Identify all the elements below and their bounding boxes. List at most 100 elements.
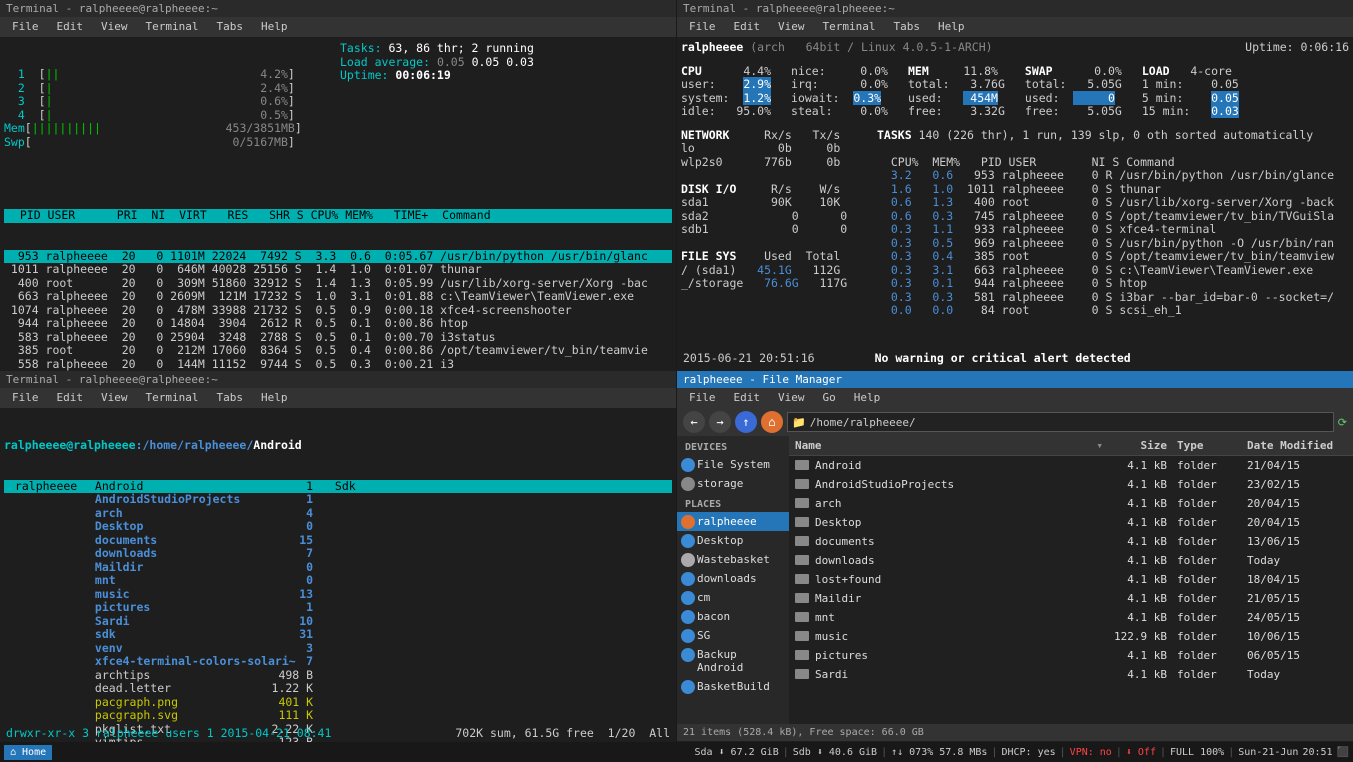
forward-button[interactable]: →	[709, 411, 731, 433]
menu-view[interactable]: View	[770, 19, 813, 35]
menu-edit[interactable]: Edit	[726, 390, 769, 406]
ranger-item[interactable]: documents15	[84, 534, 324, 548]
sidebar-place[interactable]: downloads	[677, 569, 789, 588]
file-row[interactable]: pictures4.1 kBfolder06/05/15	[789, 646, 1353, 665]
ranger-item[interactable]: Desktop0	[84, 520, 324, 534]
process-row[interactable]: 953 ralpheeee 20 0 1101M 22024 7492 S 3.…	[4, 250, 672, 264]
menu-terminal[interactable]: Terminal	[138, 390, 207, 406]
ranger-item[interactable]: dead.letter1.22 K	[84, 682, 324, 696]
menu-terminal[interactable]: Terminal	[138, 19, 207, 35]
ranger-child[interactable]: Sdk	[324, 480, 672, 494]
sidebar-place[interactable]: SG	[677, 626, 789, 645]
menu-tabs[interactable]: Tabs	[208, 19, 251, 35]
menu-edit[interactable]: Edit	[49, 19, 92, 35]
sidebar-place[interactable]: ralpheeee	[677, 512, 789, 531]
process-row[interactable]: 944 ralpheeee 20 0 14804 3904 2612 R 0.5…	[4, 317, 672, 331]
menu-view[interactable]: View	[93, 390, 136, 406]
menu-help[interactable]: Help	[846, 390, 889, 406]
titlebar-htop[interactable]: Terminal - ralpheeee@ralpheeee:~	[0, 0, 676, 17]
ranger-item[interactable]: pictures1	[84, 601, 324, 615]
file-row[interactable]: downloads4.1 kBfolderToday	[789, 551, 1353, 570]
sidebar-place[interactable]: Backup Android	[677, 645, 789, 677]
taskbar-home[interactable]: ⌂ Home	[4, 745, 52, 760]
sidebar-place[interactable]: Wastebasket	[677, 550, 789, 569]
menu-view[interactable]: View	[93, 19, 136, 35]
menu-edit[interactable]: Edit	[49, 390, 92, 406]
back-button[interactable]: ←	[683, 411, 705, 433]
titlebar-glances[interactable]: Terminal - ralpheeee@ralpheeee:~	[677, 0, 1353, 17]
menu-file[interactable]: File	[681, 390, 724, 406]
file-row[interactable]: arch4.1 kBfolder20/04/15	[789, 494, 1353, 513]
ranger-item[interactable]: archtips498 B	[84, 669, 324, 683]
file-row[interactable]: music122.9 kBfolder10/06/15	[789, 627, 1353, 646]
fm-file-list[interactable]: Name ▾ Size Type Date Modified Android4.…	[789, 436, 1353, 724]
sidebar-device[interactable]: File System	[677, 455, 789, 474]
menu-file[interactable]: File	[4, 19, 47, 35]
ranger-item[interactable]: AndroidStudioProjects1	[84, 493, 324, 507]
glances-content[interactable]: ralpheeee (arch 64bit / Linux 4.0.5-1-AR…	[677, 37, 1353, 322]
fm-sidebar: DEVICES File Systemstorage PLACES ralphe…	[677, 436, 789, 724]
menu-go[interactable]: Go	[815, 390, 844, 406]
file-row[interactable]: Android4.1 kBfolder21/04/15	[789, 456, 1353, 475]
file-row[interactable]: Maildir4.1 kBfolder21/05/15	[789, 589, 1353, 608]
sidebar-place[interactable]: Desktop	[677, 531, 789, 550]
tb-date: Sun-21-Jun	[1238, 747, 1298, 758]
ranger-item[interactable]: pacgraph.svg111 K	[84, 709, 324, 723]
ranger-item[interactable]: mnt0	[84, 574, 324, 588]
menu-file[interactable]: File	[681, 19, 724, 35]
tb-net: ↑↓ 073% 57.8 MBs	[891, 747, 987, 758]
sidebar-place[interactable]: bacon	[677, 607, 789, 626]
home-button[interactable]: ⌂	[761, 411, 783, 433]
menu-edit[interactable]: Edit	[726, 19, 769, 35]
menu-tabs[interactable]: Tabs	[208, 390, 251, 406]
pane-glances: Terminal - ralpheeee@ralpheeee:~ File Ed…	[677, 0, 1353, 371]
menu-view[interactable]: View	[770, 390, 813, 406]
ranger-content[interactable]: ralpheeee@ralpheeee:/home/ralpheeee/Andr…	[0, 408, 676, 742]
ranger-item[interactable]: sdk31	[84, 628, 324, 642]
ranger-item[interactable]: music13	[84, 588, 324, 602]
tb-tray-icon[interactable]: ⬛	[1337, 747, 1349, 758]
htop-content[interactable]: 1 [|| 4.2%] 2 [| 2.4%] 3 [| 0.6%] 4 [| 0…	[0, 37, 676, 371]
ranger-item[interactable]: venv3	[84, 642, 324, 656]
menu-help[interactable]: Help	[253, 390, 296, 406]
menu-file[interactable]: File	[4, 390, 47, 406]
file-row[interactable]: documents4.1 kBfolder13/06/15	[789, 532, 1353, 551]
file-row[interactable]: Desktop4.1 kBfolder20/04/15	[789, 513, 1353, 532]
ranger-item[interactable]: Maildir0	[84, 561, 324, 575]
process-row[interactable]: 663 ralpheeee 20 0 2609M 121M 17232 S 1.…	[4, 290, 672, 304]
menubar-htop: File Edit View Terminal Tabs Help	[0, 17, 676, 37]
menu-terminal[interactable]: Terminal	[815, 19, 884, 35]
process-row[interactable]: 558 ralpheeee 20 0 144M 11152 9744 S 0.5…	[4, 358, 672, 372]
menu-help[interactable]: Help	[253, 19, 296, 35]
fm-list-header[interactable]: Name ▾ Size Type Date Modified	[789, 436, 1353, 456]
process-row[interactable]: 583 ralpheeee 20 0 25904 3248 2788 S 0.5…	[4, 331, 672, 345]
process-row[interactable]: 385 root 20 0 212M 17060 8364 S 0.5 0.4 …	[4, 344, 672, 358]
file-row[interactable]: Sardi4.1 kBfolderToday	[789, 665, 1353, 684]
sidebar-device[interactable]: storage	[677, 474, 789, 493]
up-button[interactable]: ↑	[735, 411, 757, 433]
ranger-item[interactable]: pacgraph.png401 K	[84, 696, 324, 710]
menu-tabs[interactable]: Tabs	[885, 19, 928, 35]
refresh-icon[interactable]: ⟳	[1338, 416, 1347, 429]
file-row[interactable]: lost+found4.1 kBfolder18/04/15	[789, 570, 1353, 589]
titlebar-ranger[interactable]: Terminal - ralpheeee@ralpheeee:~	[0, 371, 676, 388]
pane-htop: Terminal - ralpheeee@ralpheeee:~ File Ed…	[0, 0, 676, 371]
ranger-item[interactable]: Sardi10	[84, 615, 324, 629]
location-bar[interactable]: 📁/home/ralpheeee/	[787, 412, 1334, 432]
file-row[interactable]: mnt4.1 kBfolder24/05/15	[789, 608, 1353, 627]
titlebar-fm[interactable]: ralpheeee - File Manager	[677, 371, 1353, 388]
menubar-ranger: File Edit View Terminal Tabs Help	[0, 388, 676, 408]
process-row[interactable]: 1074 ralpheeee 20 0 478M 33988 21732 S 0…	[4, 304, 672, 318]
ranger-item[interactable]: downloads7	[84, 547, 324, 561]
ranger-parent[interactable]: ralpheeee	[4, 480, 84, 494]
ranger-item[interactable]: Android1	[84, 480, 324, 494]
ranger-item[interactable]: xfce4-terminal-colors-solari~7	[84, 655, 324, 669]
menu-help[interactable]: Help	[930, 19, 973, 35]
process-row[interactable]: 400 root 20 0 309M 51860 32912 S 1.4 1.3…	[4, 277, 672, 291]
process-row[interactable]: 1011 ralpheeee 20 0 646M 40028 25156 S 1…	[4, 263, 672, 277]
file-row[interactable]: AndroidStudioProjects4.1 kBfolder23/02/1…	[789, 475, 1353, 494]
folder-icon	[795, 460, 809, 470]
sidebar-place[interactable]: cm	[677, 588, 789, 607]
sidebar-place[interactable]: BasketBuild	[677, 677, 789, 696]
ranger-item[interactable]: arch4	[84, 507, 324, 521]
